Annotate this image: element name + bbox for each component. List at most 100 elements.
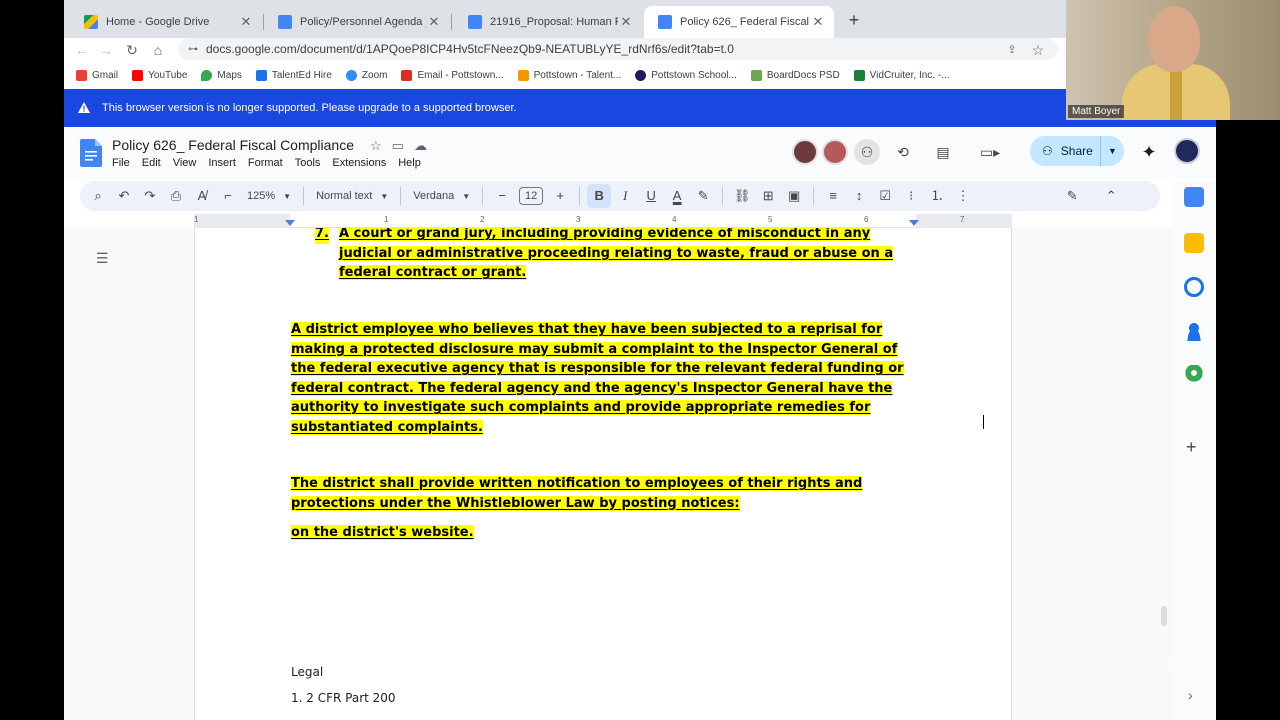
menu-insert[interactable]: Insert — [202, 157, 242, 169]
address-bar[interactable]: ⊶ docs.google.com/document/d/1APQoeP8ICP… — [178, 38, 1058, 60]
toolbar-divider — [482, 187, 484, 205]
paragraph-written-notification[interactable]: The district shall provide written notif… — [291, 474, 917, 513]
insert-link-icon[interactable]: ⛓ — [730, 184, 754, 208]
print-icon[interactable]: ⎙ — [164, 184, 188, 208]
tab-policy-agenda[interactable]: Policy/Personnel Agenda _ Ma ✕ — [264, 6, 450, 38]
decrease-font-size-button[interactable]: − — [490, 184, 514, 208]
tab-separator — [451, 14, 452, 30]
gemini-icon[interactable]: ✦ — [1136, 139, 1162, 165]
legal-heading[interactable]: Legal — [291, 665, 323, 679]
add-addon-icon[interactable]: + — [1186, 437, 1197, 458]
add-comment-icon[interactable]: ⊞ — [756, 184, 780, 208]
ruler[interactable]: 1 1 2 3 4 5 6 7 — [194, 214, 1012, 228]
bookmark-boarddocs[interactable]: BoardDocs PSD — [750, 69, 840, 81]
editing-mode-icon[interactable]: ✎ — [1060, 184, 1084, 208]
align-icon[interactable]: ≡ — [821, 184, 845, 208]
bulleted-list-icon[interactable]: ⁝ — [899, 184, 923, 208]
spellcheck-icon[interactable]: A̸ — [190, 184, 214, 208]
account-avatar[interactable] — [1174, 138, 1200, 164]
line-spacing-icon[interactable]: ↕ — [847, 184, 871, 208]
chevron-right-icon[interactable]: › — [1188, 687, 1193, 703]
menu-help[interactable]: Help — [392, 157, 427, 169]
left-indent-marker[interactable] — [285, 220, 295, 226]
chevron-down-icon[interactable]: ▼ — [1100, 136, 1124, 166]
navigation-bar: ← → ↻ ⌂ ⊶ docs.google.com/document/d/1AP… — [64, 38, 1216, 62]
menu-extensions[interactable]: Extensions — [326, 157, 392, 169]
menu-format[interactable]: Format — [242, 157, 289, 169]
share-page-icon[interactable]: ⇪ — [1002, 40, 1022, 60]
close-icon[interactable]: ✕ — [810, 14, 826, 30]
cloud-saved-icon[interactable]: ☁ — [414, 138, 427, 154]
star-icon[interactable]: ☆ — [370, 138, 382, 154]
add-people-icon[interactable]: ⚇ — [854, 139, 880, 165]
version-history-icon[interactable]: ⟲ — [890, 139, 916, 165]
document-title[interactable]: Policy 626_ Federal Fiscal Compliance — [112, 137, 354, 153]
checklist-icon[interactable]: ☑ — [873, 184, 897, 208]
zoom-select[interactable]: 125% ▼ — [241, 184, 297, 208]
text-color-icon[interactable]: A — [665, 184, 689, 208]
comments-icon[interactable]: ▤ — [930, 139, 956, 165]
bookmark-talented-hire[interactable]: TalentEd Hire — [255, 69, 332, 81]
redo-icon[interactable]: ↷ — [138, 184, 162, 208]
bookmark-maps[interactable]: Maps — [201, 69, 242, 81]
paragraph-reprisal-complaint[interactable]: A district employee who believes that th… — [291, 320, 917, 437]
bookmark-vidcruiter[interactable]: VidCruiter, Inc. -... — [853, 69, 950, 81]
collaborator-avatar[interactable] — [822, 139, 848, 165]
forward-icon[interactable]: → — [96, 40, 116, 60]
new-tab-button[interactable]: + — [844, 10, 864, 31]
tasks-icon[interactable] — [1184, 277, 1204, 297]
increase-font-size-button[interactable]: + — [548, 184, 572, 208]
home-icon[interactable]: ⌂ — [148, 40, 168, 60]
tab-policy-626[interactable]: Policy 626_ Federal Fiscal Co ✕ — [644, 6, 834, 38]
keep-icon[interactable] — [1184, 233, 1204, 253]
highlight-color-icon[interactable]: ✎ — [691, 184, 715, 208]
close-icon[interactable]: ✕ — [618, 14, 634, 30]
collaborator-avatar[interactable] — [792, 139, 818, 165]
share-button[interactable]: ⚇ Share ▼ — [1030, 136, 1124, 166]
undo-icon[interactable]: ↶ — [112, 184, 136, 208]
meet-icon[interactable]: ▭▸ — [972, 139, 1008, 165]
bookmark-talent[interactable]: Pottstown - Talent... — [517, 69, 621, 81]
bold-icon[interactable]: B — [587, 184, 612, 208]
lock-icon: ⚇ — [1042, 144, 1053, 158]
close-icon[interactable]: ✕ — [238, 14, 254, 30]
maps-icon[interactable] — [1184, 365, 1204, 385]
move-folder-icon[interactable]: ▭ — [392, 138, 404, 154]
tab-proposal[interactable]: 21916_Proposal: Human Resou ✕ — [454, 6, 642, 38]
right-indent-marker[interactable] — [909, 220, 919, 226]
collapse-menus-icon[interactable]: ⌃ — [1099, 184, 1123, 208]
calendar-icon[interactable] — [1184, 187, 1204, 207]
bookmark-star-icon[interactable]: ☆ — [1028, 40, 1048, 60]
bookmark-email[interactable]: Email - Pottstown... — [401, 69, 504, 81]
font-size-input[interactable]: 12 — [519, 187, 544, 205]
paint-format-icon[interactable]: ⌐ — [216, 184, 240, 208]
tab-google-drive[interactable]: Home - Google Drive ✕ — [70, 6, 262, 38]
menu-edit[interactable]: Edit — [136, 157, 167, 169]
document-page[interactable]: 7. A court or grand jury, including prov… — [194, 228, 1012, 720]
paragraph-website[interactable]: on the district's website. — [291, 523, 917, 543]
contacts-icon[interactable] — [1184, 321, 1204, 341]
document-outline-icon[interactable]: ☰ — [96, 250, 112, 266]
font-select[interactable]: Verdana ▼ — [407, 184, 476, 208]
site-info-icon[interactable]: ⊶ — [188, 44, 198, 55]
bookmark-school[interactable]: Pottstown School... — [635, 69, 737, 81]
menu-tools[interactable]: Tools — [289, 157, 327, 169]
reload-icon[interactable]: ↻ — [122, 40, 142, 60]
legal-reference-item[interactable]: 1. 2 CFR Part 200 — [291, 691, 396, 705]
bookmark-zoom[interactable]: Zoom — [345, 69, 387, 81]
underline-icon[interactable]: U — [639, 184, 663, 208]
bookmark-youtube[interactable]: YouTube — [132, 69, 187, 81]
style-select[interactable]: Normal text ▼ — [310, 184, 394, 208]
numbered-list-icon[interactable]: ⒈ — [925, 184, 949, 208]
insert-image-icon[interactable]: ▣ — [782, 184, 806, 208]
back-icon[interactable]: ← — [72, 40, 92, 60]
menu-view[interactable]: View — [167, 157, 203, 169]
more-options-icon[interactable]: ⋮ — [951, 184, 975, 208]
italic-icon[interactable]: I — [613, 184, 637, 208]
menu-file[interactable]: File — [106, 157, 136, 169]
bookmark-gmail[interactable]: Gmail — [76, 69, 118, 81]
google-docs-icon[interactable] — [80, 139, 102, 167]
scrollbar-thumb[interactable] — [1161, 606, 1167, 626]
close-icon[interactable]: ✕ — [426, 14, 442, 30]
search-icon[interactable]: ⌕ — [86, 184, 110, 208]
